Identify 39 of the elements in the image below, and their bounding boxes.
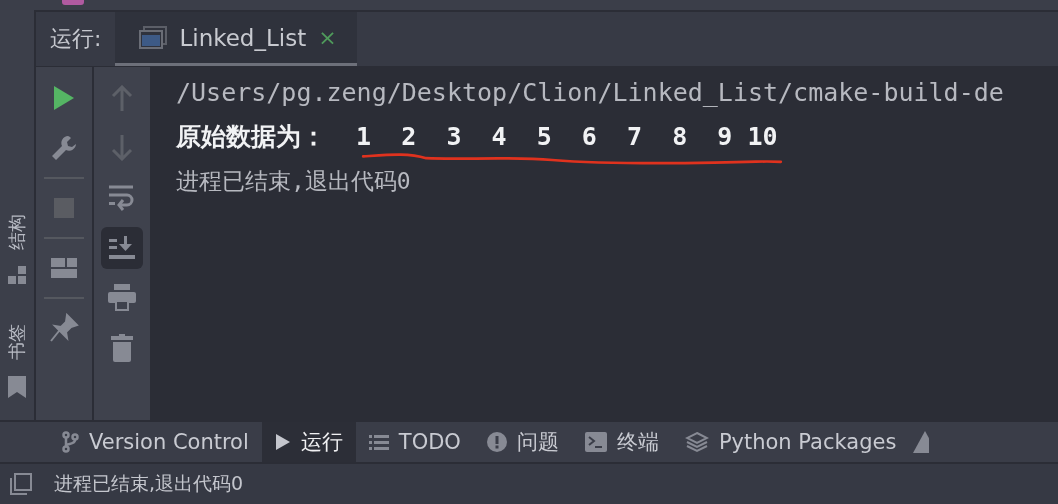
play-icon [274, 433, 291, 451]
tool-window-tab[interactable]: 运行 [261, 422, 356, 462]
run-tab[interactable]: Linked_List × [115, 12, 357, 66]
scroll-end-button[interactable] [101, 227, 143, 269]
down-arrow-icon [111, 135, 133, 161]
up-arrow-icon [111, 85, 133, 111]
scroll-to-end-icon [109, 236, 135, 260]
close-icon[interactable]: × [318, 25, 337, 50]
tool-window-tab[interactable]: Python Packages [671, 422, 910, 462]
output-line: 原始数据为： 1 2 3 4 5 6 7 8 9 10 [176, 121, 778, 153]
layers-icon [684, 431, 709, 453]
status-message: 进程已结束,退出代码0 [54, 471, 244, 496]
side-label[interactable]: 书签 [0, 324, 37, 360]
layout-icon [51, 258, 77, 278]
play-icon [54, 86, 74, 110]
bookmark-icon[interactable] [8, 376, 26, 398]
side-label[interactable]: 结构 [0, 214, 37, 250]
tab-label: Linked_List [179, 24, 307, 51]
command-path: /Users/pg.zeng/Desktop/Clion/Linked_List/cmake-build-de [176, 77, 1004, 109]
wrap-icon [109, 184, 135, 212]
tool-window-tab[interactable]: TODO [355, 422, 474, 462]
window-tab-marker [62, 0, 84, 5]
tool-window-tab[interactable]: 问题 [473, 422, 572, 462]
terminal-icon [584, 432, 607, 452]
panel-icon[interactable] [10, 473, 32, 495]
branch-icon [61, 431, 79, 453]
exclamation-icon [486, 432, 507, 452]
pin-icon [49, 313, 79, 343]
structure-icon[interactable] [8, 266, 26, 284]
list-icon [368, 434, 389, 450]
stop-icon [54, 198, 74, 218]
tool-window-tab[interactable]: 终端 [571, 422, 672, 462]
window-icon [139, 25, 168, 50]
trash-icon [111, 334, 133, 362]
exit-message: 进程已结束,退出代码0 [176, 167, 411, 196]
run-label: 运行: [49, 25, 103, 53]
printer-icon [108, 284, 136, 312]
tool-window-tab[interactable]: Version Control [48, 422, 262, 462]
wrench-icon [50, 134, 78, 162]
